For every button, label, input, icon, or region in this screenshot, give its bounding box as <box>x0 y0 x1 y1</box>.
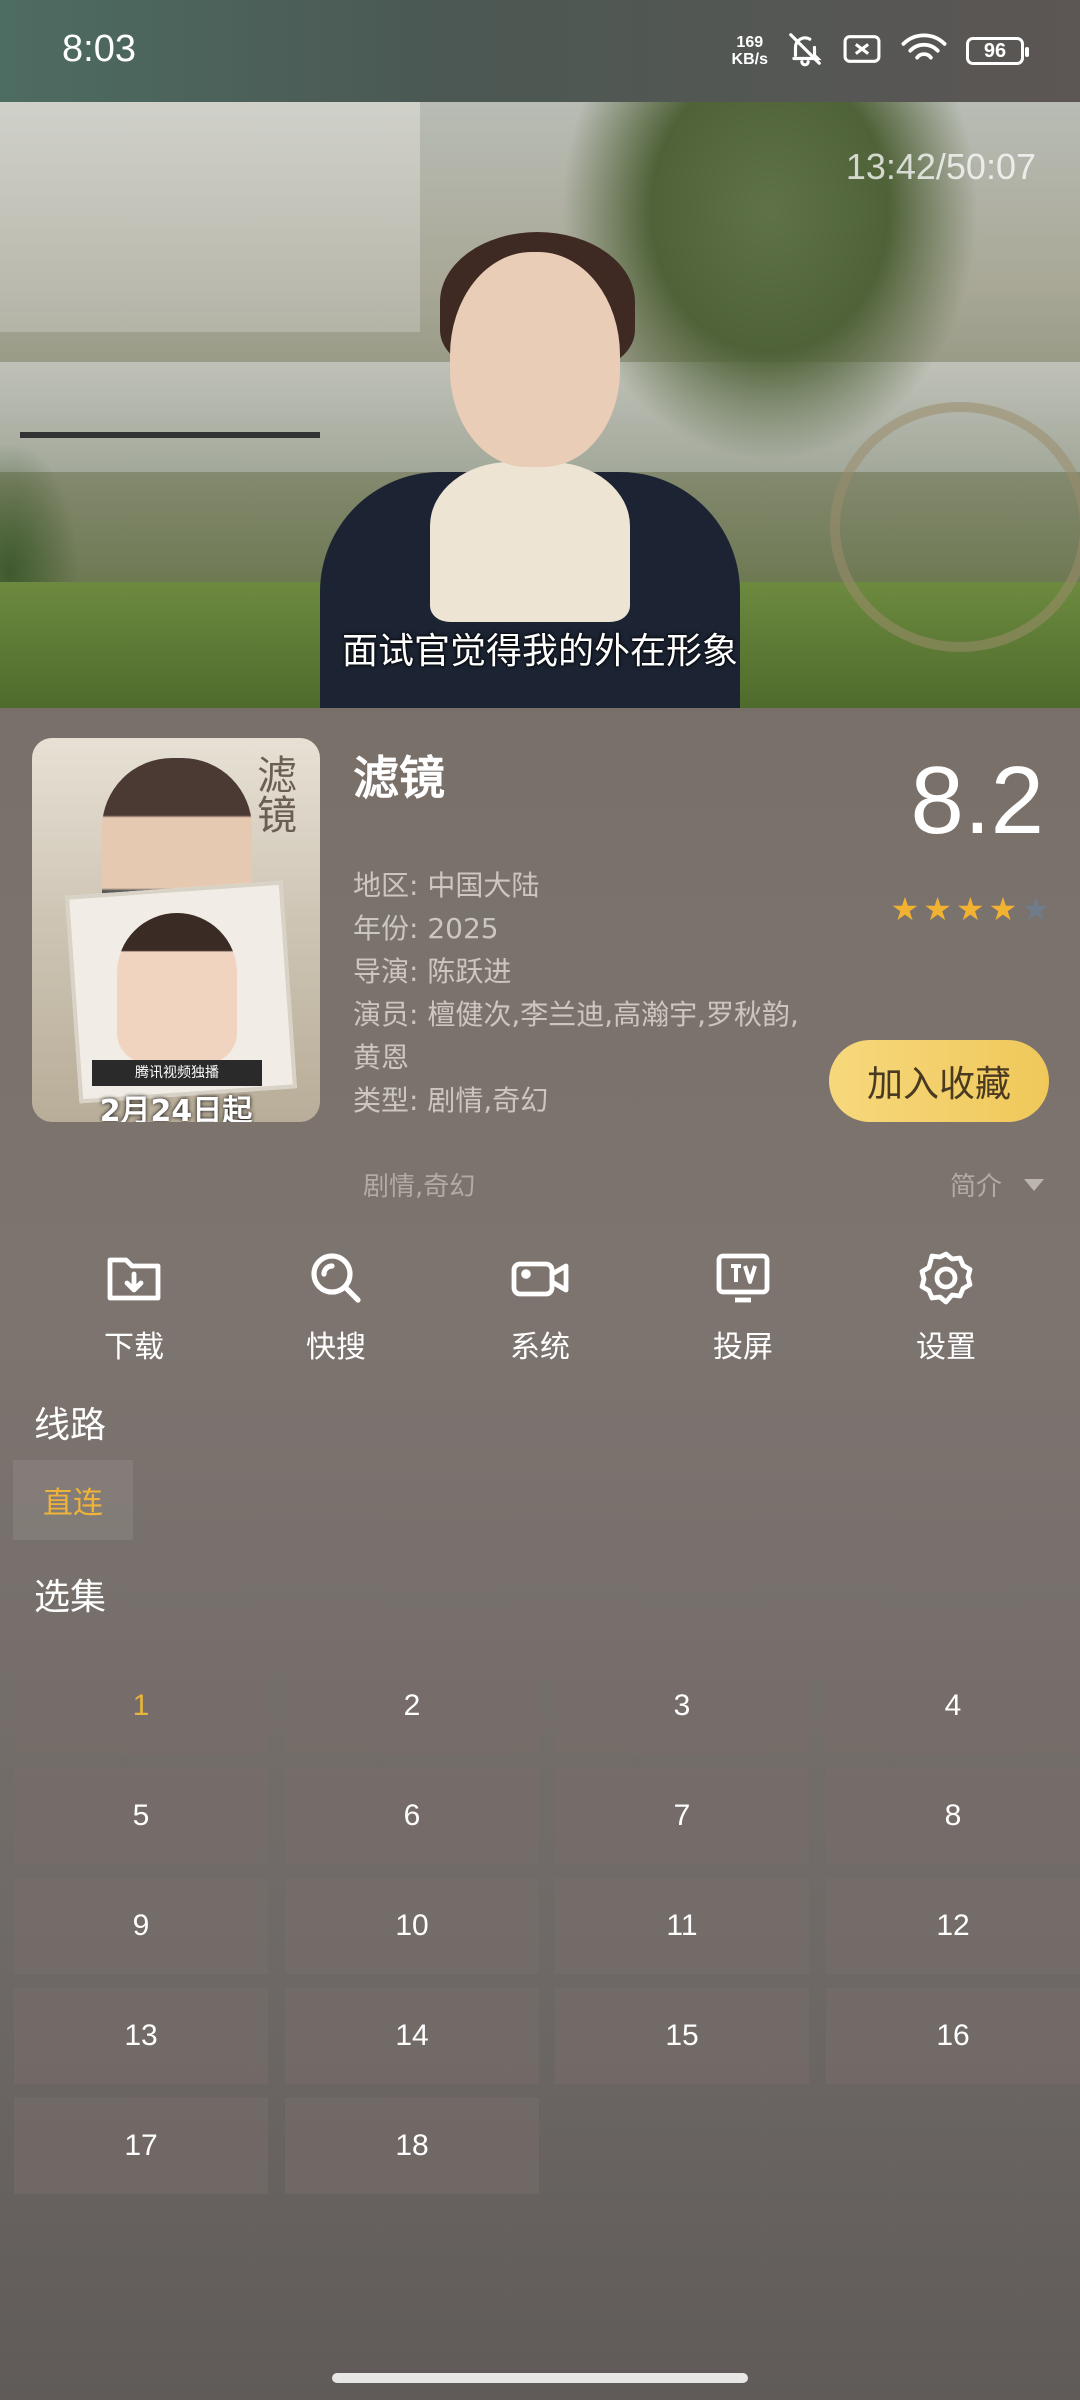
intro-toggle[interactable]: 简介 <box>950 1166 1044 1203</box>
episode-button[interactable]: 7 <box>555 1768 809 1864</box>
episode-button[interactable]: 15 <box>555 1988 809 2084</box>
home-indicator[interactable] <box>332 2373 748 2383</box>
drama-info: 地区: 中国大陆 年份: 2025 导演: 陈跃进 演员: 檀健次,李兰迪,高瀚… <box>353 864 803 1122</box>
add-favorite-button[interactable]: 加入收藏 <box>829 1040 1049 1122</box>
episode-button[interactable]: 12 <box>826 1878 1080 1974</box>
download-folder-icon <box>107 1257 161 1301</box>
episode-button[interactable]: 11 <box>555 1878 809 1974</box>
episode-button[interactable]: 5 <box>14 1768 268 1864</box>
poster-tag: 腾讯视频独播 <box>92 1060 262 1086</box>
battery-indicator: 96 <box>966 37 1029 65</box>
video-camera-icon <box>511 1261 569 1297</box>
episode-button[interactable]: 6 <box>285 1768 539 1864</box>
rating-score: 8.2 <box>910 747 1044 854</box>
rating-stars: ★ ★ ★ ★ ★ <box>891 890 1050 928</box>
status-icons: 169 KB/s 96 <box>731 30 1029 72</box>
search-icon <box>311 1253 361 1303</box>
info-cast: 演员: 檀健次,李兰迪,高瀚宇,罗秋韵,黄恩 <box>353 998 799 1074</box>
drama-title: 滤镜 <box>353 751 445 805</box>
video-player[interactable]: 13:42/50:07 面试官觉得我的外在形象 <box>0 102 1080 708</box>
action-bar: 下载 快搜 系统 投屏 设置 <box>0 1250 1080 1380</box>
episode-button[interactable]: 2 <box>285 1658 539 1754</box>
episode-button[interactable]: 18 <box>285 2098 539 2194</box>
episodes-label: 选集 <box>34 1577 107 1618</box>
episode-button[interactable]: 9 <box>14 1878 268 1974</box>
episode-button[interactable]: 14 <box>285 1988 539 2084</box>
quick-search-button[interactable]: 快搜 <box>256 1250 416 1366</box>
episode-button[interactable]: 10 <box>285 1878 539 1974</box>
settings-button[interactable]: 设置 <box>866 1250 1026 1366</box>
info-director: 导演: 陈跃进 <box>353 955 512 988</box>
episode-button[interactable]: 8 <box>826 1768 1080 1864</box>
chevron-down-icon <box>1024 1178 1044 1191</box>
star-icon: ★ <box>923 890 952 928</box>
episode-button[interactable]: 13 <box>14 1988 268 2084</box>
star-icon: ★ <box>988 890 1018 928</box>
cast-screen-button[interactable]: 投屏 <box>663 1250 823 1366</box>
star-empty-icon: ★ <box>1021 890 1050 928</box>
star-icon: ★ <box>955 890 985 928</box>
route-label: 线路 <box>34 1405 107 1446</box>
bell-muted-icon <box>786 30 824 72</box>
network-speed: 169 KB/s <box>731 34 768 68</box>
poster-image: 滤镜 腾讯视频独播 2月24日起 <box>32 738 320 1122</box>
video-subtitle: 面试官觉得我的外在形象 <box>341 631 738 672</box>
route-option-direct[interactable]: 直连 <box>13 1460 133 1540</box>
wifi-icon <box>900 31 948 71</box>
episode-button[interactable]: 17 <box>14 2098 268 2194</box>
star-icon: ★ <box>890 890 920 928</box>
video-time-display: 13:42/50:07 <box>845 146 1036 187</box>
gear-icon <box>919 1251 973 1305</box>
episode-button[interactable]: 3 <box>555 1658 809 1754</box>
download-button[interactable]: 下载 <box>54 1250 214 1366</box>
intro-label: 简介 <box>949 1172 1002 1202</box>
info-region: 地区: 中国大陆 <box>353 869 540 902</box>
system-player-button[interactable]: 系统 <box>460 1250 620 1366</box>
status-time: 8:03 <box>62 28 136 70</box>
episode-button[interactable]: 16 <box>826 1988 1080 2084</box>
info-genre: 类型: 剧情,奇幻 <box>353 1084 549 1117</box>
episode-button[interactable]: 4 <box>826 1658 1080 1754</box>
poster-date: 2月24日起 <box>99 1094 253 1122</box>
tv-cast-icon <box>716 1253 770 1303</box>
sim-off-icon <box>842 32 882 70</box>
poster-title: 滤镜 <box>250 754 296 834</box>
status-bar: 8:03 169 KB/s 96 <box>0 0 1080 102</box>
info-year: 年份: 2025 <box>353 912 499 945</box>
genre-summary: 剧情,奇幻 <box>363 1172 476 1202</box>
episode-button[interactable]: 1 <box>14 1658 268 1754</box>
